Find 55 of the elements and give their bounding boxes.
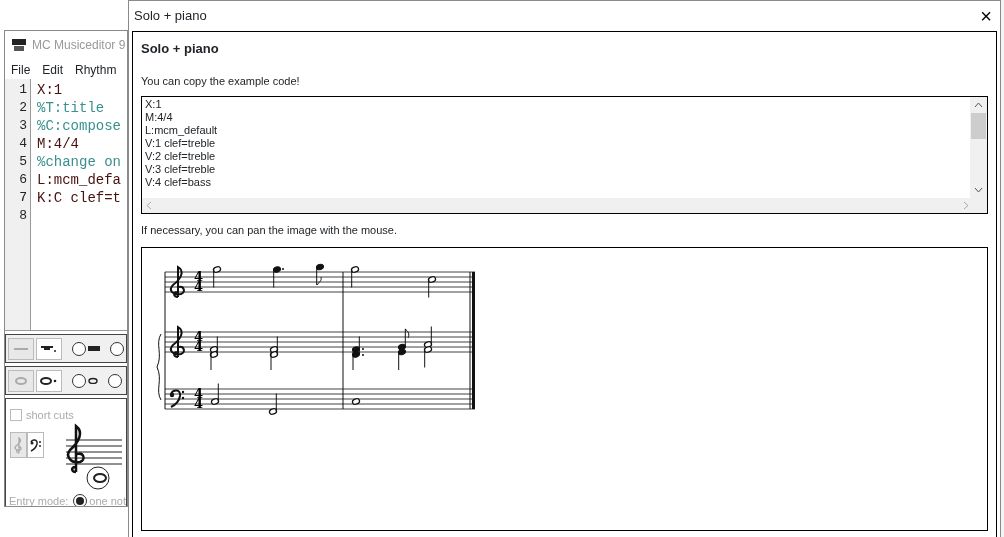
code-line: V:1 clef=treble: [145, 137, 217, 150]
vertical-scrollbar[interactable]: [970, 97, 987, 198]
code-line: K:C clef=t: [37, 190, 121, 206]
app-icon: [11, 38, 27, 52]
radio-label: one not: [89, 494, 126, 506]
scroll-down-icon[interactable]: [974, 187, 983, 193]
code-line: V:3 clef=treble: [145, 163, 217, 176]
line-number: 3: [18, 117, 27, 135]
line-number: 2: [18, 99, 27, 117]
code-line: V:2 clef=treble: [145, 150, 217, 163]
code-line: X:1: [37, 82, 63, 98]
line-number: 6: [18, 171, 27, 189]
menu-item[interactable]: File: [11, 61, 31, 77]
code-line: L:mcm_default: [145, 124, 219, 137]
code-line: %change on: [37, 154, 121, 170]
code-line: M:4/4: [145, 111, 174, 124]
code-line: M:4/4: [37, 136, 79, 152]
rest-icon: [88, 345, 100, 352]
whole-note-icon: [14, 376, 28, 385]
radio-button[interactable]: [110, 341, 124, 356]
scrollbar-thumb[interactable]: [971, 113, 986, 139]
hint-text: You can copy the example code!: [141, 73, 301, 89]
line-number: 7: [18, 189, 27, 207]
treble-clef-icon: [13, 435, 24, 454]
menu-item[interactable]: Rhythm: [75, 61, 117, 77]
radio-button[interactable]: [72, 373, 86, 388]
radio-button[interactable]: [73, 494, 88, 506]
dialog-heading: Solo + piano: [141, 40, 220, 58]
line-number: 5: [18, 153, 27, 171]
code-text-area[interactable]: X:1 M:4/4 L:mcm_default V:1 clef=treble V:2 clef=treble V:3 clef=treble V:4 clef=bass: [141, 96, 988, 214]
bass-clef-icon: [28, 437, 43, 452]
code-line: L:mcm_defa: [37, 172, 121, 188]
window-title: Solo + piano: [134, 7, 207, 26]
scroll-up-icon[interactable]: [974, 102, 983, 108]
window-title: MC Musiceditor 9: [32, 37, 126, 54]
dotted-rest-icon: [41, 344, 57, 353]
hint-text: If necessary, you can pan the image with the mouse.: [141, 223, 398, 238]
close-button[interactable]: ×: [972, 6, 1000, 26]
radio-button[interactable]: [72, 341, 86, 356]
code-line: V:4 clef=bass: [145, 176, 212, 189]
dotted-whole-note-button[interactable]: [36, 369, 62, 392]
staff-preview-drawing: [65, 424, 123, 489]
dotted-rest-button[interactable]: [36, 337, 62, 360]
dotted-whole-note-icon: [40, 376, 58, 385]
bass-clef-button[interactable]: [27, 431, 44, 458]
radio-button[interactable]: [108, 373, 122, 388]
line-number: 4: [18, 135, 27, 153]
whole-note-icon: [88, 377, 98, 384]
checkbox-label: short cuts: [26, 408, 74, 423]
code-line: %C:compose: [37, 118, 121, 134]
code-line: %T:title: [37, 100, 105, 116]
line-number: 8: [18, 207, 27, 225]
code-line: X:1: [145, 98, 163, 111]
menu-item[interactable]: Edit: [42, 61, 64, 77]
line-number: 1: [18, 81, 27, 99]
